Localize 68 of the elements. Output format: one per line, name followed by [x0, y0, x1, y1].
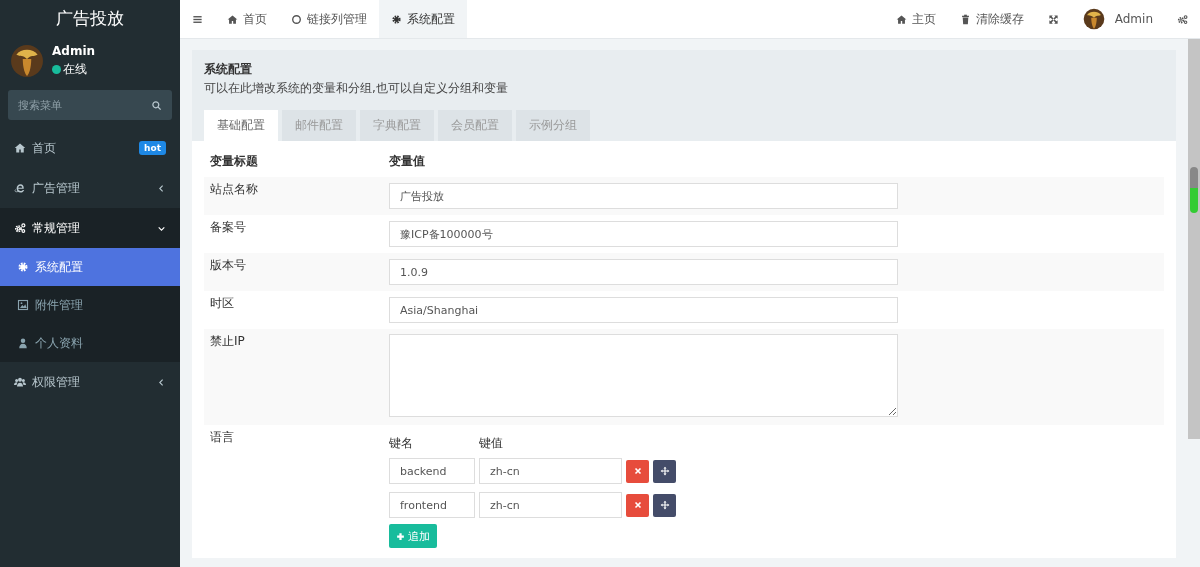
user-status: 在线	[63, 61, 87, 78]
column-header: 键值	[479, 435, 504, 452]
nav-tab[interactable]: 系统配置	[379, 0, 467, 38]
close-icon	[632, 466, 643, 476]
column-header: 变量值	[389, 153, 426, 170]
trash-icon	[959, 13, 971, 25]
submenu-item[interactable]: 个人资料	[0, 324, 180, 362]
hot-badge: hot	[139, 141, 166, 155]
menu-item[interactable]: 常规管理	[0, 208, 180, 248]
menu-icon	[192, 13, 203, 25]
avatar-drawing	[10, 44, 44, 78]
field-label: 禁止IP	[209, 333, 246, 350]
image-icon	[17, 299, 29, 311]
menu-item[interactable]: 首页 hot	[0, 128, 180, 168]
user-menu[interactable]: Admin	[1070, 0, 1165, 38]
column-header: 变量标题	[209, 153, 259, 170]
chevron-left-icon	[157, 183, 166, 193]
nav-link[interactable]: 主页	[883, 0, 948, 38]
close-icon	[632, 500, 643, 510]
home-icon	[895, 13, 907, 25]
submenu-item[interactable]: 附件管理	[0, 286, 180, 324]
text-field[interactable]: 豫ICP备100000号	[389, 221, 898, 247]
delete-button[interactable]	[626, 493, 649, 517]
field-label: 版本号	[209, 257, 247, 274]
nav-tab[interactable]: 首页	[215, 0, 279, 38]
submenu-item[interactable]: 系统配置	[0, 248, 180, 286]
move-icon	[659, 466, 670, 476]
panel-title: 系统配置	[204, 61, 253, 78]
gear-icon	[17, 261, 29, 273]
nav-link[interactable]: 清除缓存	[947, 0, 1036, 38]
menu-item[interactable]: 权限管理	[0, 362, 180, 402]
tab[interactable]: 基础配置	[204, 110, 278, 141]
avatar-drawing	[1082, 8, 1105, 30]
home-icon	[14, 142, 26, 154]
expand-icon	[1047, 13, 1059, 25]
column-header: 键名	[389, 435, 414, 452]
letter-e-icon	[14, 182, 26, 194]
key-field[interactable]: backend	[389, 458, 475, 484]
delete-button[interactable]	[626, 459, 649, 483]
field-label: 站点名称	[209, 181, 259, 198]
field-label: 语言	[209, 429, 235, 446]
drag-handle[interactable]	[653, 493, 676, 517]
move-icon	[659, 500, 670, 510]
gear-icon	[391, 13, 402, 25]
drag-handle[interactable]	[653, 459, 676, 483]
value-field[interactable]: zh-cn	[479, 458, 622, 484]
person-icon	[17, 337, 29, 349]
plus-icon	[396, 531, 405, 541]
text-field[interactable]: Asia/Shanghai	[389, 297, 898, 323]
people-icon	[14, 376, 26, 388]
circle-icon	[291, 13, 302, 25]
search-icon	[151, 100, 162, 111]
status-dot-icon	[52, 65, 61, 74]
gears-icon	[1177, 13, 1188, 25]
field-label: 备案号	[209, 219, 247, 236]
text-field[interactable]: 1.0.9	[389, 259, 898, 285]
chevron-left-icon	[157, 377, 166, 387]
gears-icon	[14, 222, 26, 234]
menu-item[interactable]: 广告管理	[0, 168, 180, 208]
user-name: Admin	[52, 44, 96, 58]
key-field[interactable]: frontend	[389, 492, 475, 518]
text-field[interactable]: 广告投放	[389, 183, 898, 209]
nav-tab[interactable]: 链接列管理	[279, 0, 379, 38]
search-field[interactable]: 搜索菜单	[8, 90, 172, 120]
panel-description: 可以在此增改系统的变量和分组,也可以自定义分组和变量	[204, 80, 509, 97]
field-label: 时区	[209, 295, 235, 312]
home-icon	[227, 13, 238, 25]
value-field[interactable]: zh-cn	[479, 492, 622, 518]
